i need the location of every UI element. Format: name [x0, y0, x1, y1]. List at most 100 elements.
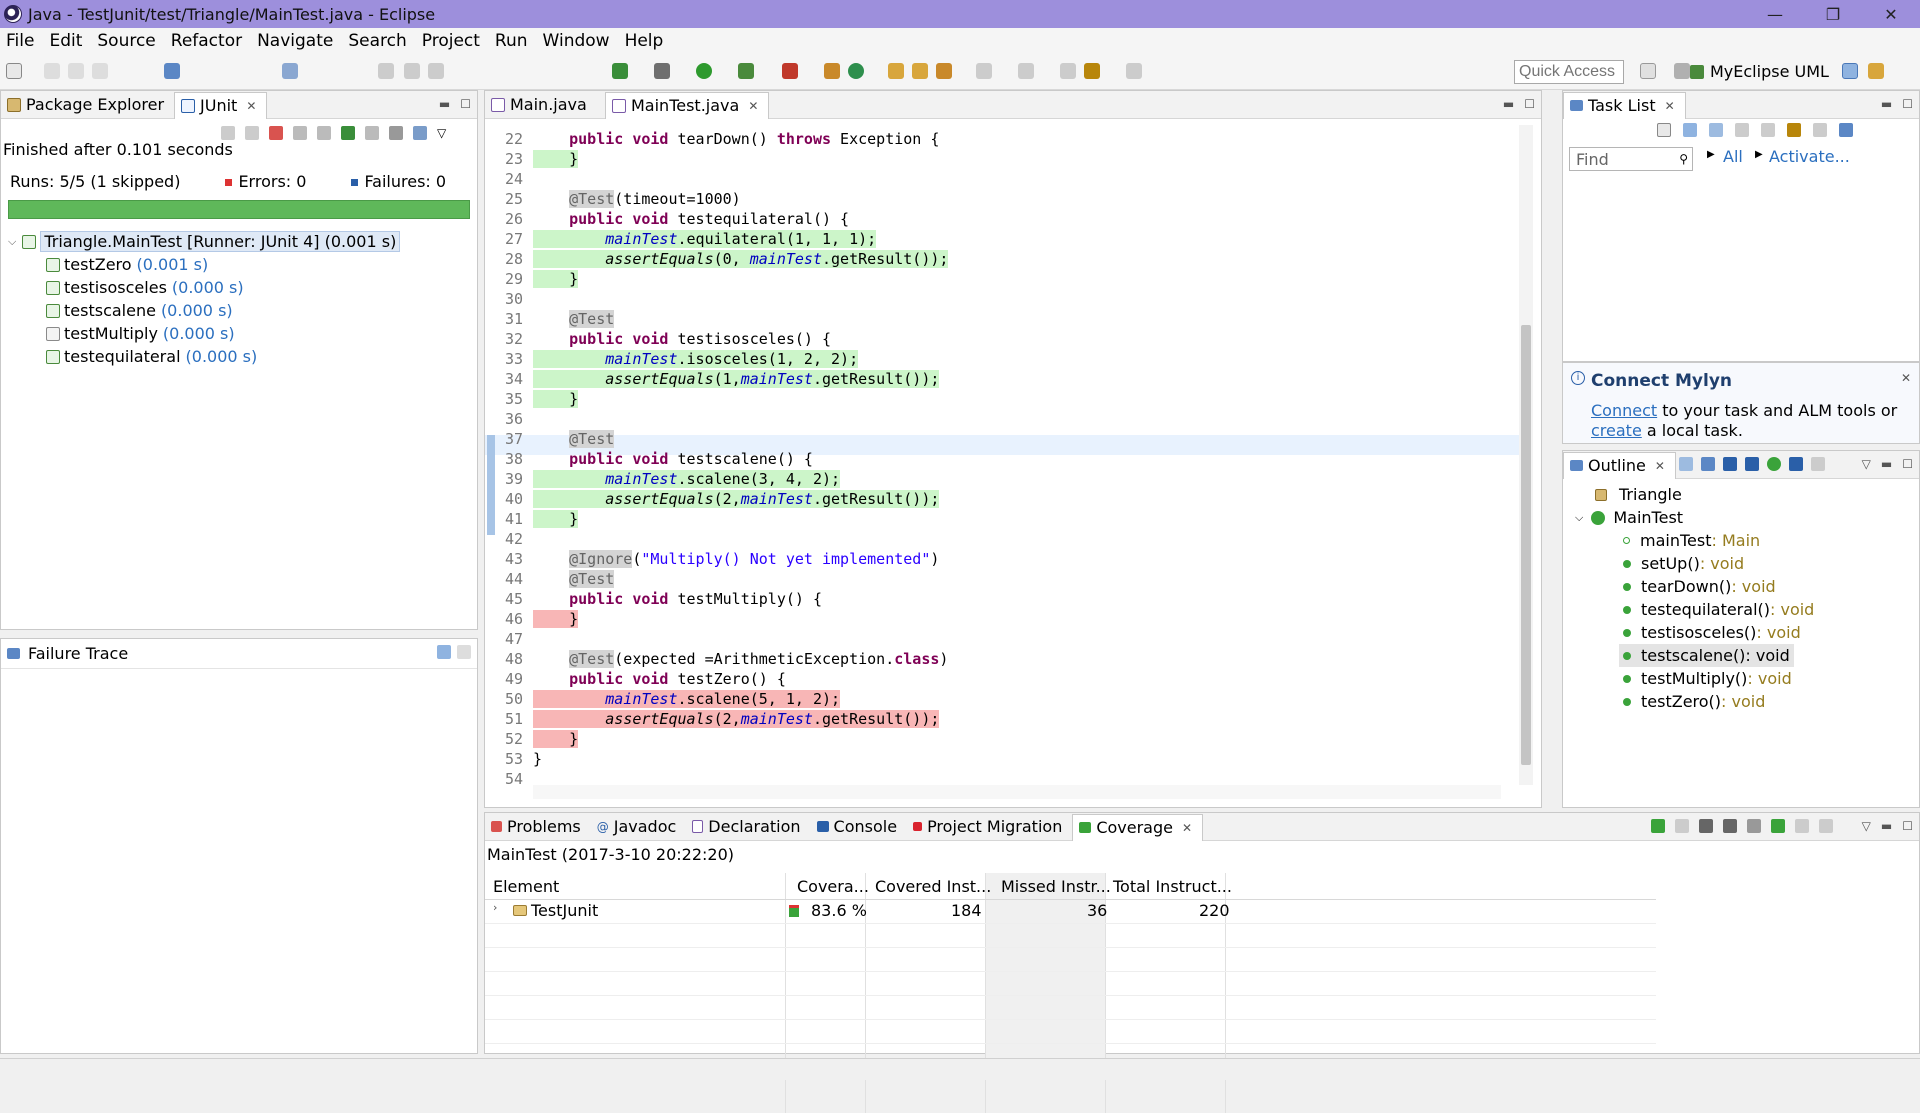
run-icon[interactable]	[696, 63, 712, 79]
run-last-tool-icon[interactable]	[782, 63, 798, 79]
activate-task-link[interactable]: Activate...	[1769, 147, 1850, 166]
menu-run[interactable]: Run	[495, 31, 528, 51]
coverage-icon[interactable]	[738, 63, 754, 79]
menu-project[interactable]: Project	[422, 31, 480, 51]
all-tasks-link[interactable]: All	[1723, 147, 1743, 166]
menu-refactor[interactable]: Refactor	[171, 31, 242, 51]
debug-icon[interactable]	[612, 63, 628, 79]
collapse-all-icon[interactable]	[1795, 819, 1809, 833]
menu-edit[interactable]: Edit	[49, 31, 82, 51]
create-link[interactable]: create	[1591, 421, 1642, 440]
task-find-input[interactable]: Find ⚲	[1569, 147, 1693, 171]
close-icon[interactable]: ✕	[1901, 371, 1911, 385]
maximize-icon[interactable]: ☐	[1902, 97, 1913, 111]
scroll-lock-icon[interactable]	[293, 126, 307, 140]
minimize-icon[interactable]: ▬	[1881, 97, 1892, 111]
hide-static-icon[interactable]	[1745, 457, 1759, 471]
tab-declaration[interactable]: Declaration	[686, 814, 810, 840]
tab-project-migration[interactable]: Project Migration	[907, 814, 1072, 840]
tab-console[interactable]: Console	[811, 814, 908, 840]
rerun-icon[interactable]	[341, 126, 355, 140]
focus-icon[interactable]	[1735, 123, 1749, 137]
menu-navigate[interactable]: Navigate	[257, 31, 333, 51]
close-icon[interactable]: ✕	[246, 99, 256, 113]
view-menu-icon[interactable]: ▽	[1862, 819, 1871, 833]
debug-perspective-icon[interactable]	[1842, 63, 1858, 79]
save-all-icon[interactable]	[68, 63, 84, 79]
scheduled-icon[interactable]	[1709, 123, 1723, 137]
hide-nonpublic-icon[interactable]	[1767, 457, 1781, 471]
connect-link[interactable]: Connect	[1591, 401, 1657, 420]
back-icon[interactable]	[1084, 63, 1100, 79]
prev-annotation-icon[interactable]	[404, 63, 420, 79]
tab-maintest-java[interactable]: MainTest.java ✕	[605, 91, 770, 119]
menu-search[interactable]: Search	[348, 31, 406, 51]
test-case-row[interactable]: testMultiply (0.000 s)	[0, 322, 476, 345]
next-annotation-icon[interactable]	[378, 63, 394, 79]
maximize-icon[interactable]: ☐	[460, 97, 471, 111]
horizontal-scrollbar[interactable]	[533, 785, 1501, 799]
hide-local-types-icon[interactable]	[1789, 457, 1803, 471]
pin-icon[interactable]	[282, 63, 298, 79]
tab-package-explorer[interactable]: Package Explorer	[1, 92, 174, 118]
collapse-all-icon[interactable]	[1679, 457, 1693, 471]
test-case-row[interactable]: testisosceles (0.000 s)	[0, 276, 476, 299]
next-failure-icon[interactable]	[221, 126, 235, 140]
rerun-failed-icon[interactable]	[365, 126, 379, 140]
minimize-icon[interactable]: ▬	[1503, 97, 1514, 111]
open-resource-icon[interactable]	[912, 63, 928, 79]
outline-item-method-selected[interactable]: testscalene() : void	[1619, 644, 1794, 667]
header-missed[interactable]: Missed Instr...	[1001, 877, 1111, 896]
quick-access-input[interactable]	[1514, 60, 1624, 84]
tab-coverage[interactable]: Coverage ✕	[1072, 813, 1204, 841]
code-editor[interactable]: 22 public void tearDown() throws Excepti…	[485, 119, 1541, 807]
view-menu-icon[interactable]: ▽	[437, 126, 446, 140]
test-case-row[interactable]: testequilateral (0.000 s)	[0, 345, 476, 368]
new-file-icon[interactable]	[6, 63, 22, 79]
outline-item-class[interactable]: ⌵ MainTest	[1575, 506, 1683, 529]
outline-item-method[interactable]: setUp() : void	[1623, 552, 1744, 575]
minimize-icon[interactable]: ▬	[1881, 457, 1892, 471]
toggle-mark-icon[interactable]	[428, 63, 444, 79]
view-menu-icon[interactable]: ▽	[1862, 457, 1871, 471]
tab-javadoc[interactable]: @ Javadoc	[591, 814, 687, 840]
tab-problems[interactable]: Problems	[485, 814, 591, 840]
link-with-editor-icon[interactable]	[1811, 457, 1825, 471]
header-element[interactable]: Element	[493, 877, 559, 896]
outline-item-method[interactable]: testMultiply() : void	[1623, 667, 1792, 690]
forward-icon[interactable]	[1126, 63, 1142, 79]
remove-all-icon[interactable]	[1723, 819, 1737, 833]
perspective-myeclipse-uml[interactable]: MyEclipse UML	[1690, 62, 1829, 81]
maximize-icon[interactable]: ☐	[1902, 819, 1913, 833]
test-case-row[interactable]: testscalene (0.000 s)	[0, 299, 476, 322]
show-failures-only-icon[interactable]	[269, 126, 283, 140]
sync-icon[interactable]	[1787, 123, 1801, 137]
new-task-icon[interactable]	[1657, 123, 1671, 137]
outline-item-method[interactable]: testequilateral() : void	[1623, 598, 1814, 621]
menu-window[interactable]: Window	[543, 31, 610, 51]
maximize-icon[interactable]: ☐	[1902, 457, 1913, 471]
hide-completed-icon[interactable]	[1761, 123, 1775, 137]
open-console-icon[interactable]	[164, 63, 180, 79]
vertical-scrollbar[interactable]	[1519, 125, 1533, 785]
menu-file[interactable]: File	[6, 31, 34, 51]
outline-item-method[interactable]: tearDown() : void	[1623, 575, 1776, 598]
outline-item-method[interactable]: testZero() : void	[1623, 690, 1765, 713]
close-icon[interactable]: ✕	[1182, 821, 1192, 835]
remove-session-icon[interactable]	[1699, 819, 1713, 833]
test-case-row[interactable]: testZero (0.001 s)	[0, 253, 476, 276]
menu-help[interactable]: Help	[625, 31, 664, 51]
show-skipped-icon[interactable]	[317, 126, 331, 140]
stop-icon[interactable]	[389, 126, 403, 140]
prev-failure-icon[interactable]	[245, 126, 259, 140]
restore-button[interactable]: ❐	[1804, 0, 1862, 28]
minimize-icon[interactable]: ▬	[439, 97, 450, 111]
close-window-button[interactable]: ✕	[1862, 0, 1920, 28]
close-icon[interactable]: ✕	[1655, 459, 1665, 473]
minimize-icon[interactable]: ▬	[1881, 819, 1892, 833]
link-with-selection-icon[interactable]	[1819, 819, 1833, 833]
filter-stack-icon[interactable]	[437, 645, 451, 659]
relaunch-icon[interactable]	[1651, 819, 1665, 833]
select-session-icon[interactable]	[1771, 819, 1785, 833]
history-icon[interactable]	[413, 126, 427, 140]
